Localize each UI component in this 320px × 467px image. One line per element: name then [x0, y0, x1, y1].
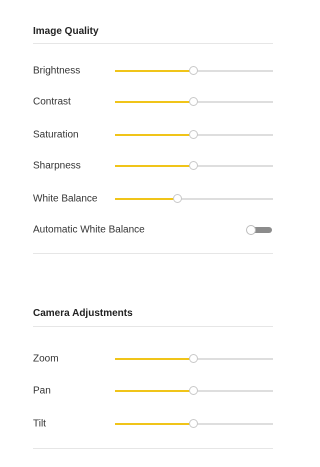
pan-row: Pan [33, 383, 273, 399]
divider [33, 448, 273, 449]
tilt-label: Tilt [33, 418, 46, 430]
sharpness-row: Sharpness [33, 158, 273, 174]
slider-thumb[interactable] [189, 386, 198, 395]
image-quality-title: Image Quality [33, 26, 99, 37]
slider-fill [115, 423, 194, 425]
saturation-row: Saturation [33, 127, 273, 143]
zoom-row: Zoom [33, 351, 273, 367]
tilt-slider[interactable] [115, 419, 273, 429]
zoom-slider[interactable] [115, 354, 273, 364]
slider-fill [115, 165, 194, 167]
slider-thumb[interactable] [189, 66, 198, 75]
slider-thumb[interactable] [189, 161, 198, 170]
brightness-slider[interactable] [115, 66, 273, 76]
sharpness-label: Sharpness [33, 160, 81, 172]
contrast-label: Contrast [33, 96, 71, 108]
slider-thumb[interactable] [189, 419, 198, 428]
auto-white-balance-row: Automatic White Balance [33, 222, 273, 238]
slider-fill [115, 70, 194, 72]
slider-fill [115, 358, 194, 360]
toggle-knob [246, 225, 256, 235]
slider-fill [115, 390, 194, 392]
divider [33, 43, 273, 44]
white-balance-row: White Balance [33, 191, 273, 207]
sharpness-slider[interactable] [115, 161, 273, 171]
pan-slider[interactable] [115, 386, 273, 396]
auto-white-balance-label: Automatic White Balance [33, 224, 145, 236]
brightness-row: Brightness [33, 63, 273, 79]
zoom-label: Zoom [33, 353, 59, 365]
camera-adjustments-title: Camera Adjustments [33, 308, 133, 319]
saturation-slider[interactable] [115, 130, 273, 140]
divider [33, 326, 273, 327]
slider-thumb[interactable] [189, 354, 198, 363]
contrast-row: Contrast [33, 94, 273, 110]
white-balance-slider[interactable] [115, 194, 273, 204]
pan-label: Pan [33, 385, 51, 397]
brightness-label: Brightness [33, 65, 81, 77]
saturation-label: Saturation [33, 129, 79, 141]
slider-thumb[interactable] [189, 97, 198, 106]
slider-fill [115, 101, 194, 103]
slider-fill [115, 198, 179, 200]
slider-thumb[interactable] [189, 130, 198, 139]
tilt-row: Tilt [33, 416, 273, 432]
contrast-slider[interactable] [115, 97, 273, 107]
white-balance-label: White Balance [33, 193, 98, 205]
slider-fill [115, 134, 194, 136]
divider [33, 253, 273, 254]
slider-thumb[interactable] [173, 194, 183, 203]
auto-white-balance-toggle[interactable] [246, 225, 272, 235]
